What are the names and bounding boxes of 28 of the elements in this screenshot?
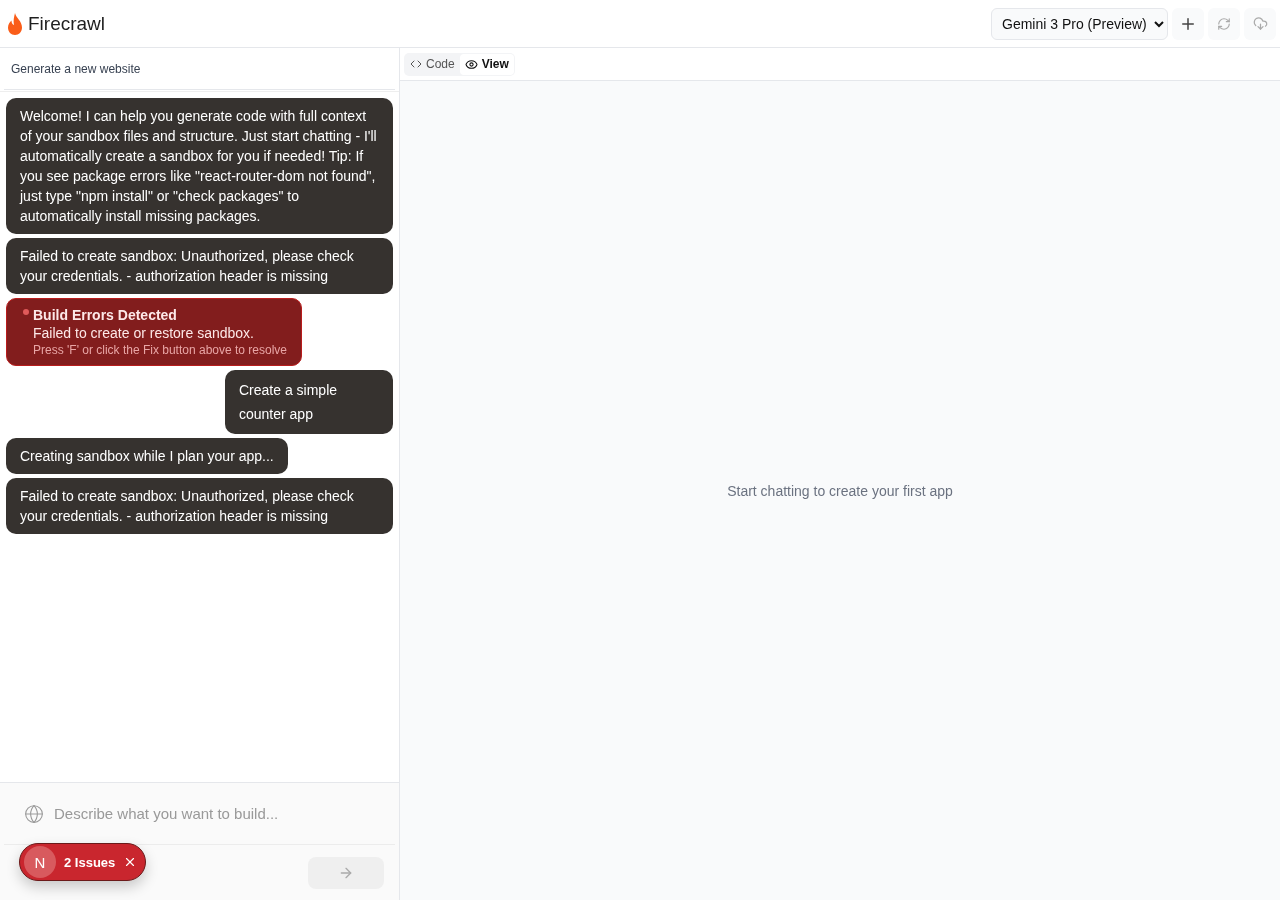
globe-icon xyxy=(24,803,44,824)
refresh-icon xyxy=(1217,16,1231,31)
view-tab[interactable]: Code xyxy=(405,53,460,75)
empty-state-text: Start chatting to create your first app xyxy=(727,482,953,499)
flame-logo-icon xyxy=(6,11,24,36)
view-tab[interactable]: View xyxy=(459,53,514,75)
issues-button[interactable]: 2 Issues xyxy=(64,854,116,870)
avatar[interactable]: N xyxy=(24,846,56,878)
assistant-message: Welcome! I can help you generate code with full context of your sandbox files and structure. Just start chatting - I'll automatically create a sandbox for you if needed! Tip: If you see package errors like "react-router-dom not found", just type "npm install" or "check packages" to automatically install missing packages. xyxy=(6,98,393,234)
error-title: Build Errors Detected xyxy=(33,307,178,323)
refresh-button[interactable] xyxy=(1208,7,1240,40)
assistant-message: Failed to create sandbox: Unauthorized, please check your credentials. - authorization header is missing xyxy=(6,478,393,534)
error-hint: Press 'F' or click the Fix button above to resolve xyxy=(33,343,288,357)
error-message: Failed to create or restore sandbox. xyxy=(33,325,255,341)
eye-icon xyxy=(464,57,478,71)
assistant-message: Failed to create sandbox: Unauthorized, please check your credentials. - authorization header is missing xyxy=(6,238,393,294)
code-icon xyxy=(410,58,422,70)
cloud-download-icon xyxy=(1252,16,1268,31)
user-message: Create a simple counter app xyxy=(225,370,393,434)
brand-name: Firecrawl xyxy=(28,12,106,35)
alert-dot-icon xyxy=(23,309,29,315)
model-select[interactable]: Gemini 3 Pro (Preview) xyxy=(991,7,1168,40)
add-button[interactable] xyxy=(1172,7,1204,40)
chat-title: Generate a new website xyxy=(4,48,395,90)
download-button[interactable] xyxy=(1244,7,1276,40)
prompt-input[interactable]: Describe what you want to build... xyxy=(52,804,375,823)
assistant-message: Creating sandbox while I plan your app... xyxy=(6,438,288,474)
send-button[interactable] xyxy=(308,856,384,889)
